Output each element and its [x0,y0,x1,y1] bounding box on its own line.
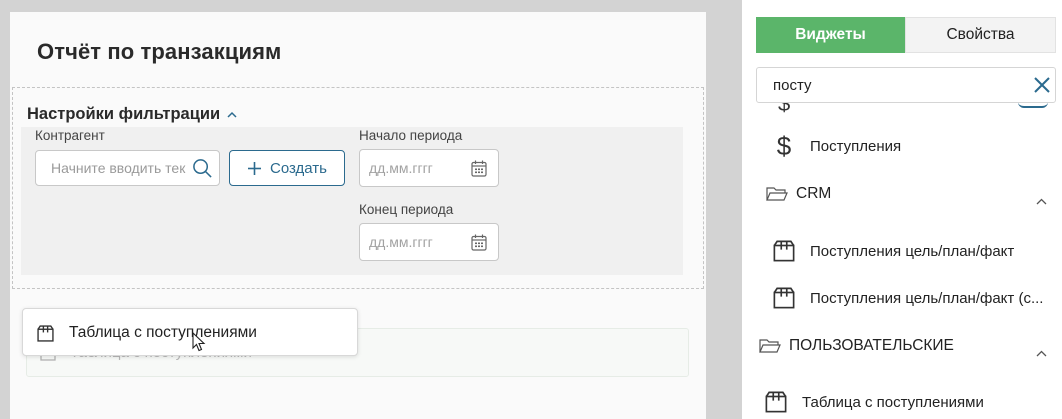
calendar-icon[interactable] [471,160,487,177]
folder-custom[interactable]: ПОЛЬЗОВАТЕЛЬСКИЕ [759,337,954,355]
create-button-label: Создать [269,159,327,177]
chevron-up-icon[interactable] [1036,350,1047,357]
widget-item-receipts-table[interactable]: Таблица с поступлениями [764,390,984,414]
box-icon [772,239,796,263]
widget-item-crm-receipts[interactable]: Поступления цель/план/факт [772,239,1014,263]
dollar-icon: $ [778,102,791,116]
filter-fields-area: Контрагент Создать Начало периода Конец … [21,127,683,275]
chevron-up-icon[interactable] [227,110,237,120]
calendar-icon[interactable] [471,234,487,251]
dollar-icon: $ [776,131,792,161]
widget-item-receipts[interactable]: $ Поступления [772,131,901,162]
folder-label: ПОЛЬЗОВАТЕЛЬСКИЕ [789,337,954,354]
filter-settings-block[interactable]: Настройки фильтрации Контрагент Создать … [12,87,704,289]
box-icon [772,286,796,310]
period-end-input[interactable] [360,224,465,260]
widget-item-label: Поступления цель/план/факт [810,242,1015,260]
tab-properties[interactable]: Свойства [905,17,1056,53]
counterparty-label: Контрагент [35,128,105,143]
widget-item-label: Поступления цель/план/факт (с... [810,289,1044,307]
widget-panel: Виджеты Свойства $ $ Поступления CRM Пос… [742,0,1062,419]
list-item-partial[interactable]: $ [778,102,1056,116]
counterparty-input[interactable] [36,151,186,185]
folder-crm[interactable]: CRM [766,185,831,203]
filter-settings-header[interactable]: Настройки фильтрации [27,105,237,124]
folder-label: CRM [796,185,832,202]
tab-widgets[interactable]: Виджеты [756,17,905,53]
folder-icon [759,339,781,353]
box-icon [37,325,54,342]
widget-item-crm-receipts-2[interactable]: Поступления цель/план/факт (с... [772,286,1043,310]
period-end-field[interactable] [359,223,499,261]
counterparty-search-box[interactable] [35,150,220,186]
close-icon[interactable] [1033,76,1051,94]
mouse-cursor-icon [192,332,206,352]
widget-search-input[interactable] [757,68,1017,102]
period-start-field[interactable] [359,149,499,187]
period-start-input[interactable] [360,150,465,186]
period-end-label: Конец периода [359,202,454,217]
box-icon [764,390,788,414]
widget-search-box[interactable] [756,67,1056,103]
dragged-widget-label: Таблица с поступлениями [69,324,257,341]
plus-icon [247,161,261,175]
create-counterparty-button[interactable]: Создать [229,150,345,186]
period-start-label: Начало периода [359,128,463,143]
dragged-widget[interactable]: Таблица с поступлениями [22,308,358,356]
page-title: Отчёт по транзакциям [37,39,282,64]
widget-item-label: Поступления [810,138,902,155]
search-icon[interactable] [192,158,213,179]
filter-settings-title: Настройки фильтрации [27,105,221,123]
folder-icon [766,187,788,201]
panel-tabs: Виджеты Свойства [756,17,1056,53]
form-canvas: Отчёт по транзакциям Настройки фильтраци… [10,12,706,419]
widget-item-label: Таблица с поступлениями [802,393,984,411]
chevron-up-icon[interactable] [1036,198,1047,205]
